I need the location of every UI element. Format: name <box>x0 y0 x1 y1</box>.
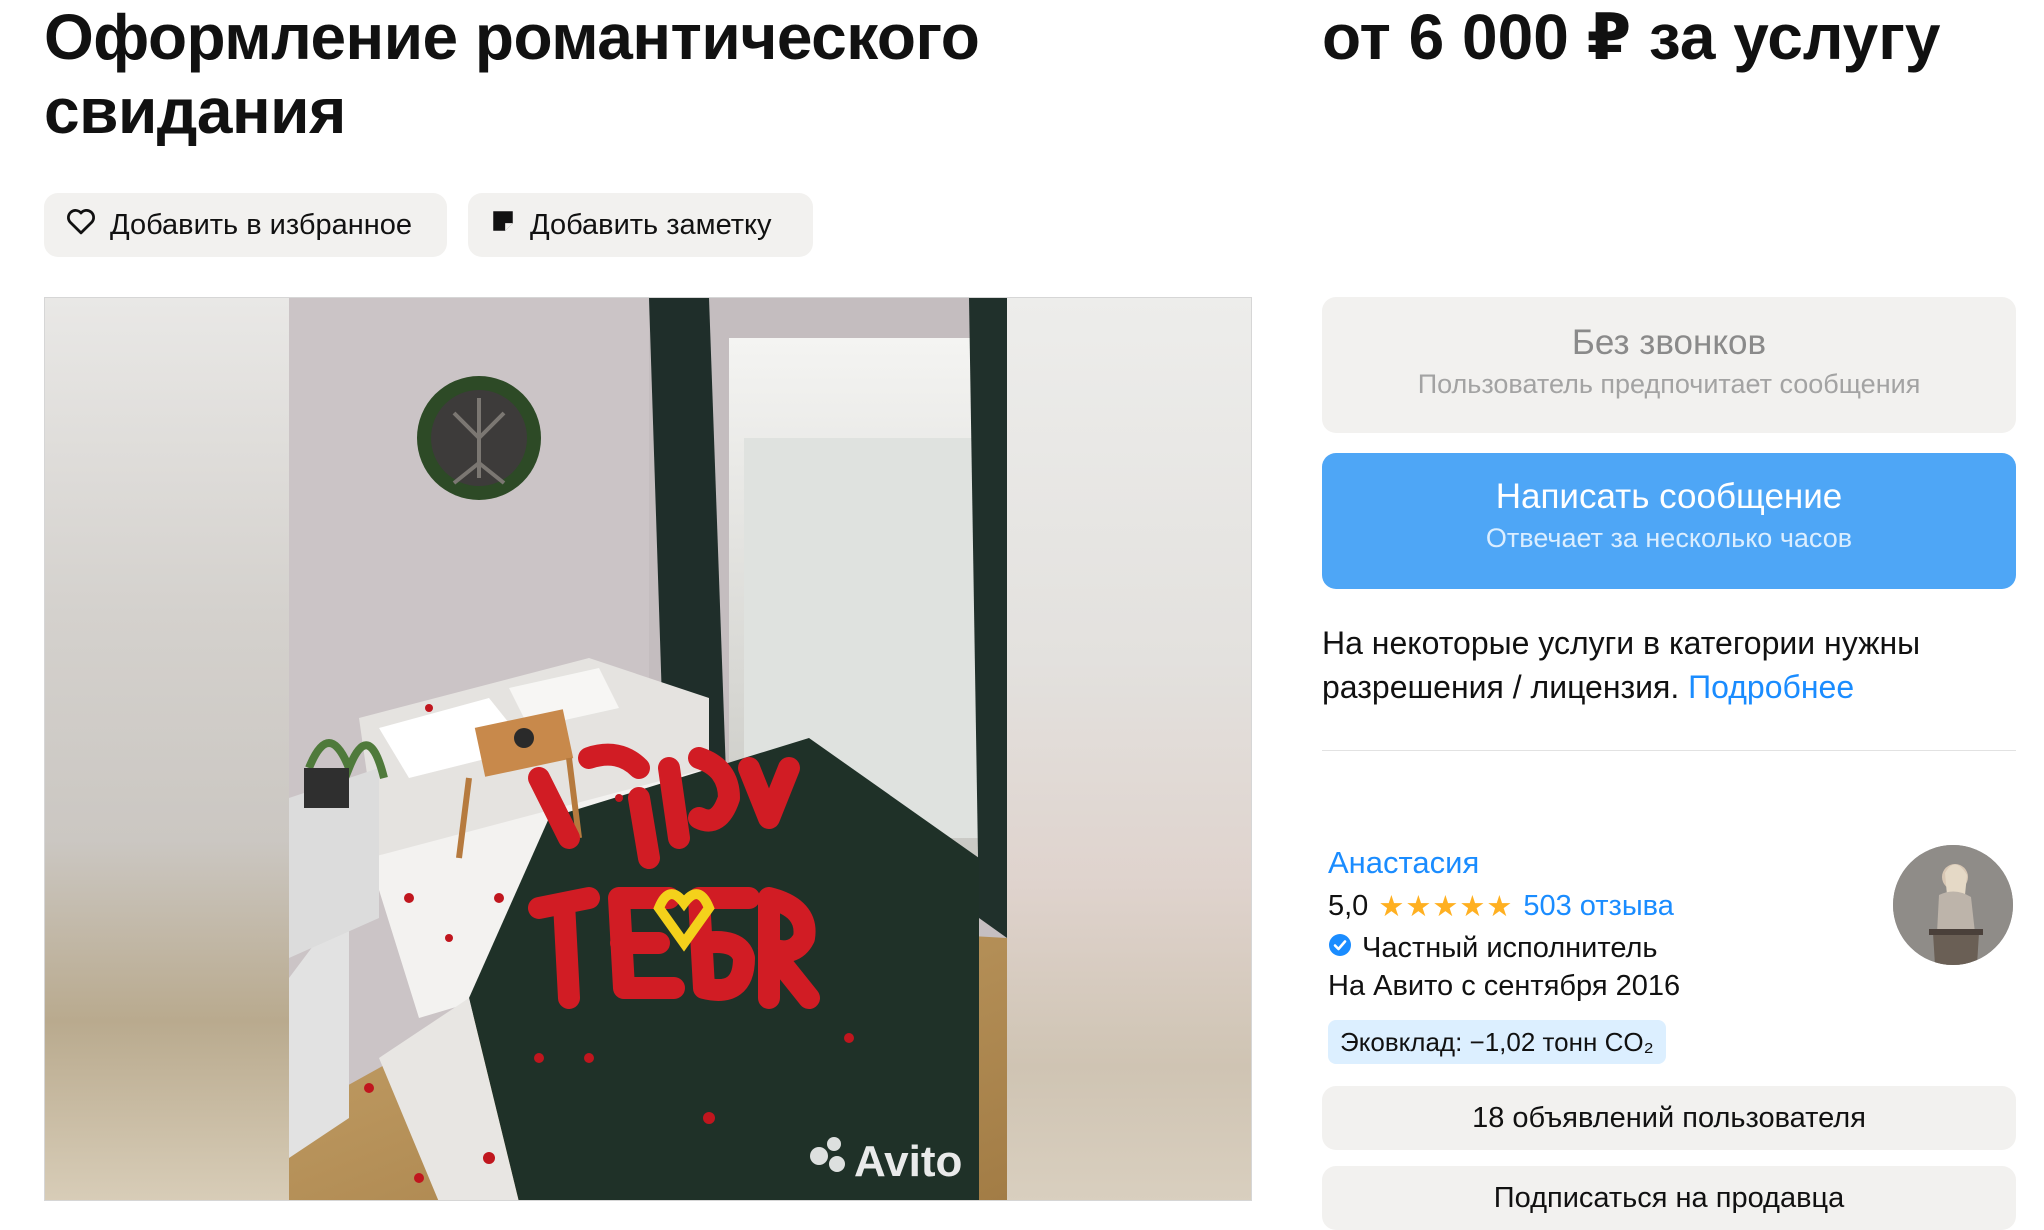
no-calls-title: Без звонков <box>1571 323 1767 362</box>
write-message-button[interactable]: Написать сообщение Отвечает за несколько… <box>1322 453 2016 589</box>
subscribe-seller-button[interactable]: Подписаться на продавца <box>1322 1166 2016 1230</box>
gallery-blur-right <box>1007 298 1251 1200</box>
seller-avatar[interactable] <box>1893 845 2013 965</box>
seller-type-label: Частный исполнитель <box>1362 932 1658 964</box>
heart-icon <box>66 207 96 243</box>
rating-stars-icon: ★★★★★ <box>1378 891 1514 923</box>
user-ads-button[interactable]: 18 объявлений пользователя <box>1322 1086 2016 1150</box>
gallery-blur-left <box>45 298 289 1200</box>
listing-title: Оформление романтического свидания <box>44 1 980 147</box>
add-to-favorites-button[interactable]: Добавить в избранное <box>44 193 447 257</box>
add-to-favorites-label: Добавить в избранное <box>110 208 413 241</box>
write-message-subtitle: Отвечает за несколько часов <box>1485 523 1853 553</box>
license-more-link[interactable]: Подробнее <box>1688 669 1854 705</box>
seller-name-link[interactable]: Анастасия <box>1328 845 1479 881</box>
seller-rating: 5,0 ★★★★★ 503 отзыва <box>1328 889 1674 924</box>
eco-contribution-badge: Эковклад: −1,02 тонн CO₂ <box>1328 1020 1666 1064</box>
rating-value: 5,0 <box>1328 890 1369 922</box>
note-icon <box>490 208 516 242</box>
license-notice: На некоторые услуги в категории нужны ра… <box>1322 621 2016 709</box>
write-message-title: Написать сообщение <box>1495 477 1843 516</box>
seller-type: Частный исполнитель <box>1328 932 1658 965</box>
divider <box>1322 750 2016 751</box>
reviews-link[interactable]: 503 отзыва <box>1523 890 1674 923</box>
listing-price: от 6 000 ₽ за услугу <box>1322 1 1941 73</box>
no-calls-subtitle: Пользователь предпочитает сообщения <box>1417 369 1921 399</box>
seller-since: На Авито с сентября 2016 <box>1328 970 1681 1002</box>
photo-gallery[interactable]: Avito <box>44 297 1252 1201</box>
main-photo[interactable]: Avito <box>289 298 1007 1200</box>
add-note-label: Добавить заметку <box>530 208 772 241</box>
avito-watermark: Avito <box>854 1137 962 1186</box>
verified-badge-icon <box>1328 932 1352 965</box>
add-note-button[interactable]: Добавить заметку <box>468 193 813 257</box>
no-calls-info: Без звонков Пользователь предпочитает со… <box>1322 297 2016 433</box>
